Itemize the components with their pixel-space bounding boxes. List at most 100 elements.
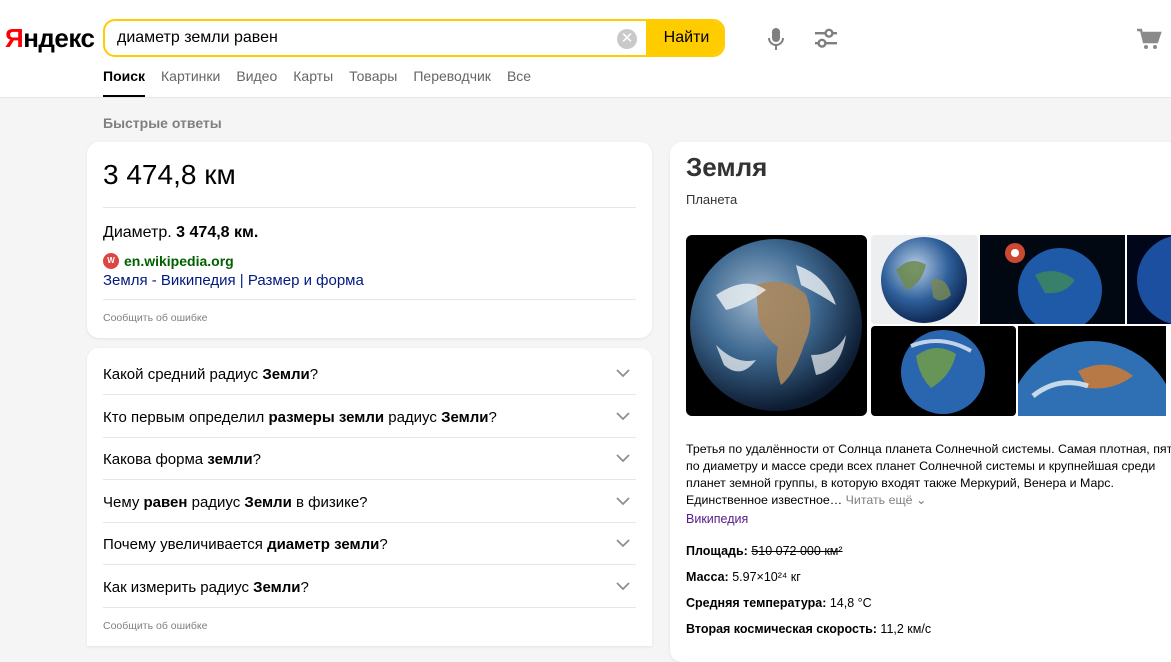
tab-translator[interactable]: Переводчик xyxy=(413,68,491,97)
chevron-down-icon xyxy=(616,539,630,548)
faq-question-part: размеры земли xyxy=(268,408,385,426)
faq-question-part: Чему xyxy=(103,493,144,511)
faq-question-part: в физике? xyxy=(291,493,368,511)
fact-value: 510 072 000 км² xyxy=(751,544,843,558)
fact-mass: Масса: 5.97×10²⁴ кг xyxy=(686,570,801,584)
earth-image-4[interactable] xyxy=(1127,235,1171,324)
faq-item[interactable]: Почему увеличивается диаметр земли? xyxy=(103,522,636,566)
related-questions-card: Какой средний радиус Земли? Кто первым оп… xyxy=(87,348,652,646)
tab-products[interactable]: Товары xyxy=(349,68,397,97)
faq-question: Кто первым определил размеры земли радиу… xyxy=(103,409,497,426)
answer-value: 3 474,8 км xyxy=(103,159,236,190)
faq-question: Почему увеличивается диаметр земли? xyxy=(103,536,388,553)
microphone-icon[interactable] xyxy=(766,27,786,51)
faq-question-part: ? xyxy=(309,366,319,383)
source-link[interactable]: Земля - Википедия | Размер и форма xyxy=(103,272,364,289)
search-tabs: Поиск Картинки Видео Карты Товары Перево… xyxy=(103,68,547,97)
snippet-bold: 3 474,8 км. xyxy=(176,224,259,241)
faq-question-part: радиус xyxy=(384,408,442,426)
faq-question-part: Как измерить радиус xyxy=(103,579,254,596)
faq-question: Какой средний радиус Земли? xyxy=(103,366,318,383)
faq-question-part: Кто первым определил xyxy=(103,408,269,426)
earth-image-6[interactable] xyxy=(1018,326,1166,416)
faq-question-part: Земли xyxy=(262,366,310,383)
chevron-down-icon: ⌄ xyxy=(916,493,927,507)
entity-subtitle: Планета xyxy=(686,192,738,207)
faq-question: Чему равен радиус Земли в физике? xyxy=(103,494,368,511)
search-input[interactable] xyxy=(117,27,607,49)
faq-question-part: Какова форма xyxy=(103,451,208,469)
tab-all[interactable]: Все xyxy=(507,68,531,97)
fact-label: Площадь: xyxy=(686,544,748,558)
find-button[interactable]: Найти xyxy=(646,21,723,55)
tab-search[interactable]: Поиск xyxy=(103,68,146,97)
wikipedia-favicon-icon: W xyxy=(103,253,119,269)
faq-question-part: ? xyxy=(252,451,261,469)
earth-image-5[interactable] xyxy=(871,326,1016,416)
faq-item[interactable]: Кто первым определил размеры земли радиу… xyxy=(103,395,636,438)
answer-snippet: Диаметр. 3 474,8 км. xyxy=(103,224,258,242)
search-settings-icon[interactable] xyxy=(814,28,838,50)
fact-label: Масса: xyxy=(686,570,729,584)
faq-question-part: равен xyxy=(143,493,188,511)
fact-value: 11,2 км/с xyxy=(880,622,932,636)
chevron-down-icon xyxy=(616,369,630,378)
entity-description: Третья по удалённости от Солнца планета … xyxy=(686,441,1171,509)
fact-label: Вторая космическая скорость: xyxy=(686,622,877,636)
snippet-prefix: Диаметр. xyxy=(103,224,172,241)
faq-report-error-link[interactable]: Сообщить об ошибке xyxy=(103,620,207,632)
faq-item[interactable]: Чему равен радиус Земли в физике? xyxy=(103,480,636,523)
earth-image-3[interactable] xyxy=(980,235,1125,324)
faq-question-part: ? xyxy=(300,579,309,596)
faq-item[interactable]: Какова форма земли? xyxy=(103,437,636,481)
faq-question-part: Почему увеличивается xyxy=(103,536,268,554)
quick-answer-card: 3 474,8 км Диаметр. 3 474,8 км. W en.wik… xyxy=(87,142,652,338)
entity-title: Земля xyxy=(686,152,768,182)
wikipedia-link[interactable]: Википедия xyxy=(686,512,748,526)
clear-search-icon[interactable]: ✕ xyxy=(617,29,637,49)
report-error-link[interactable]: Сообщить об ошибке xyxy=(103,312,207,324)
chevron-down-icon xyxy=(616,582,630,591)
source-domain[interactable]: en.wikipedia.org xyxy=(124,253,234,269)
divider xyxy=(103,299,636,300)
faq-question-part: Земли xyxy=(253,579,301,596)
read-more-label: Читать ещё xyxy=(845,493,913,507)
faq-item[interactable]: Какой средний радиус Земли? xyxy=(103,352,636,395)
chevron-down-icon xyxy=(616,497,630,506)
fact-value: 5.97×10²⁴ кг xyxy=(732,570,801,584)
faq-question-part: Какой средний радиус xyxy=(103,366,263,383)
fact-area: Площадь: 510 072 000 км² xyxy=(686,544,843,558)
read-more-link[interactable]: Читать ещё ⌄ xyxy=(846,493,927,507)
faq-question-part: ? xyxy=(488,408,497,426)
tab-images[interactable]: Картинки xyxy=(161,68,220,97)
faq-question: Какова форма земли? xyxy=(103,451,261,468)
description-text: Третья по удалённости от Солнца планета … xyxy=(686,442,1171,507)
faq-question-part: Земли xyxy=(441,408,489,426)
cart-icon[interactable] xyxy=(1136,28,1162,50)
logo-rest: ндекс xyxy=(23,23,95,53)
fact-label: Средняя температура: xyxy=(686,596,827,610)
earth-image-main[interactable] xyxy=(686,235,867,416)
header: Яндекс ✕ Найти Поиск Картинки Видео Карт… xyxy=(0,0,1171,98)
chevron-down-icon xyxy=(616,411,630,420)
tab-maps[interactable]: Карты xyxy=(293,68,333,97)
faq-question-part: радиус xyxy=(187,493,245,511)
yandex-logo[interactable]: Яндекс xyxy=(5,23,95,54)
divider xyxy=(103,207,636,208)
faq-question-part: земли xyxy=(207,451,253,469)
fact-temperature: Средняя температура: 14,8 °C xyxy=(686,596,872,610)
tab-video[interactable]: Видео xyxy=(236,68,277,97)
chevron-down-icon xyxy=(616,454,630,463)
faq-question-part: Земли xyxy=(244,493,292,511)
logo-ya: Я xyxy=(5,23,24,53)
faq-question-part: ? xyxy=(379,536,388,554)
quick-answers-title: Быстрые ответы xyxy=(103,115,222,131)
fact-value: 14,8 °C xyxy=(829,596,872,610)
search-box: ✕ Найти xyxy=(103,19,725,57)
faq-item[interactable]: Как измерить радиус Земли? xyxy=(103,565,636,608)
earth-image-2[interactable] xyxy=(871,235,978,324)
knowledge-card: Земля Планета Третья по удалённости от С… xyxy=(670,142,1171,662)
fact-escape-velocity: Вторая космическая скорость: 11,2 км/с xyxy=(686,622,931,636)
faq-question-part: диаметр земли xyxy=(267,536,380,554)
answer-source[interactable]: W en.wikipedia.org xyxy=(103,253,234,269)
